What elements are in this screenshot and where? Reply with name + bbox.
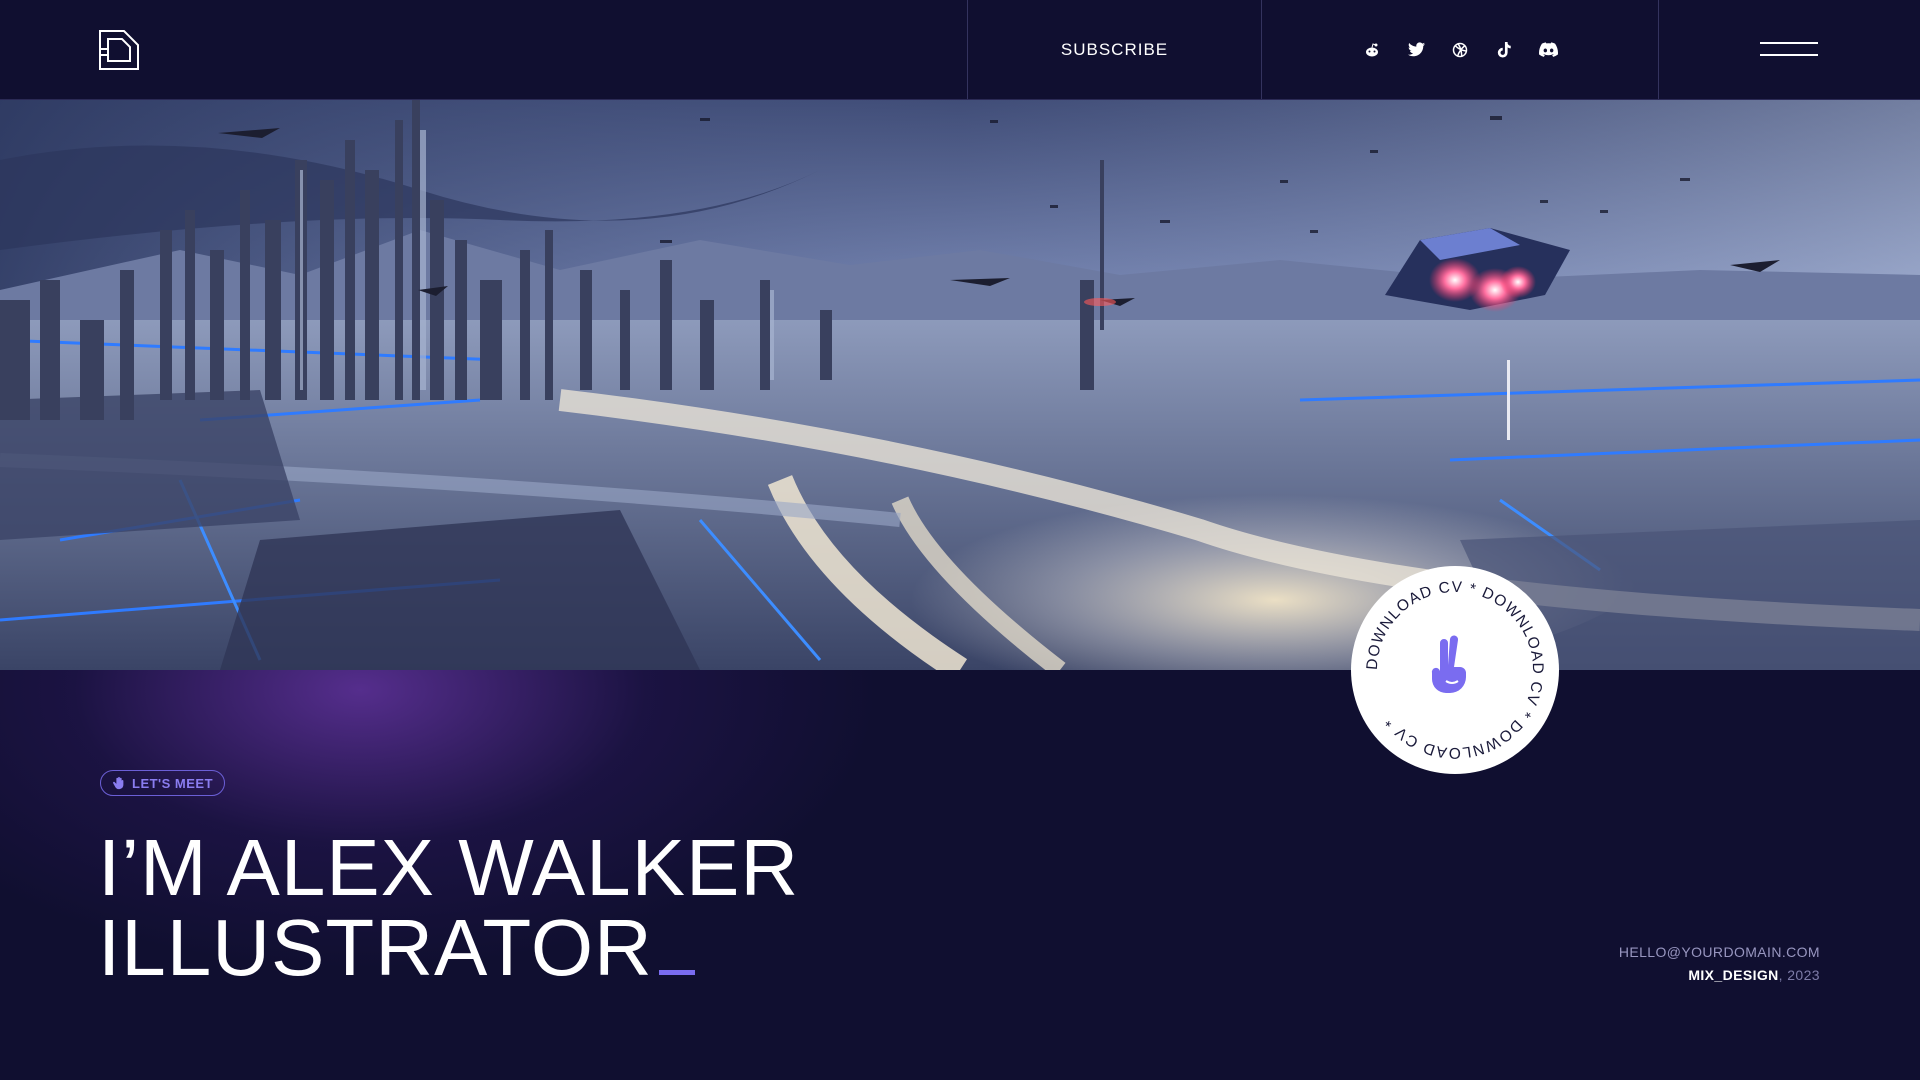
email-link[interactable]: HELLO@YOURDOMAIN.COM — [1619, 941, 1820, 964]
subscribe-button[interactable]: SUBSCRIBE — [968, 0, 1261, 99]
page-headline: I’M ALEX WALKER ILLUSTRATOR — [98, 828, 799, 988]
download-cv-button[interactable]: DOWNLOAD CV * DOWNLOAD CV * DOWNLOAD CV … — [1350, 565, 1560, 775]
tiktok-icon[interactable] — [1494, 40, 1514, 60]
reddit-icon[interactable] — [1362, 40, 1382, 60]
dribbble-icon[interactable] — [1450, 40, 1470, 60]
copyright-year: , 2023 — [1778, 967, 1820, 983]
hamburger-menu-icon[interactable] — [1758, 38, 1820, 60]
discord-icon[interactable] — [1538, 40, 1558, 60]
social-links — [1262, 0, 1658, 99]
typing-cursor — [658, 970, 695, 975]
site-header: SUBSCRIBE — [0, 0, 1920, 100]
futuristic-city-spaceship-illustration — [0, 100, 1920, 670]
copyright-line: MIX_DESIGN, 2023 — [1619, 964, 1820, 987]
tag-label: LET'S MEET — [132, 775, 214, 791]
lets-meet-tag: LET'S MEET — [100, 770, 226, 796]
brand-name: MIX_DESIGN — [1688, 967, 1779, 983]
headline-line-1: I’M ALEX WALKER — [98, 823, 800, 912]
square-d-logo-icon[interactable] — [98, 29, 140, 71]
contact-info: HELLO@YOURDOMAIN.COM MIX_DESIGN, 2023 — [1619, 941, 1820, 987]
twitter-icon[interactable] — [1406, 40, 1426, 60]
header-divider — [1658, 0, 1659, 99]
headline-line-2: ILLUSTRATOR — [98, 903, 653, 992]
hand-icon — [113, 776, 124, 790]
